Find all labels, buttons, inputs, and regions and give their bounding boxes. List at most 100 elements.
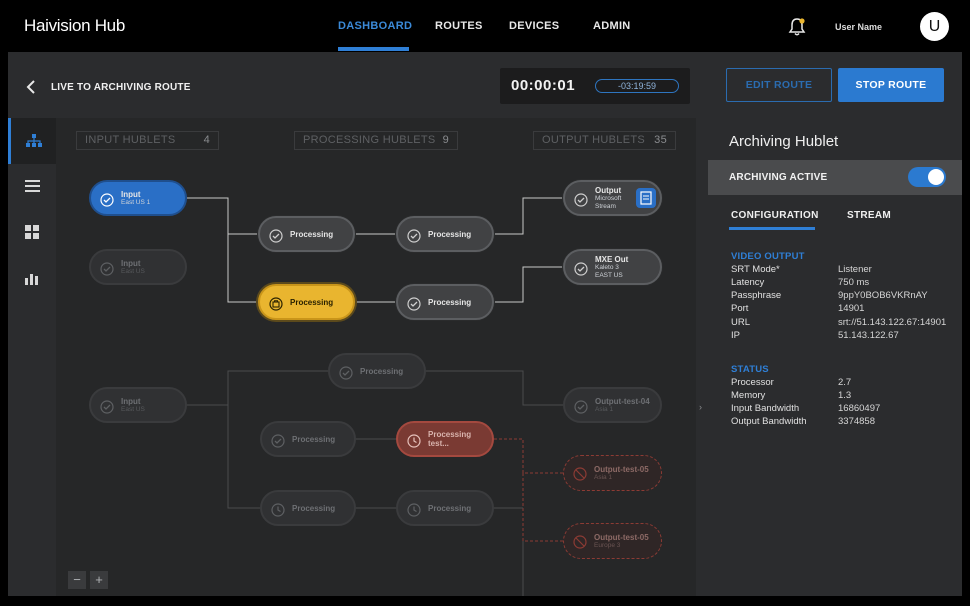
kv-value: 750 ms [838, 277, 870, 288]
clock-icon [407, 434, 421, 448]
check-circle-icon [407, 297, 421, 311]
check-circle-icon [339, 366, 353, 380]
blocked-icon [573, 535, 587, 549]
node-input-1[interactable]: Input East US 1 [89, 180, 187, 216]
node-subtitle: Kaleto 3 [595, 263, 619, 271]
tab-stream[interactable]: STREAM [847, 210, 891, 221]
kv-key: Memory [731, 390, 766, 401]
node-output-4[interactable]: Output-test-05 Asia 1 [563, 455, 662, 491]
clock-icon [407, 503, 421, 517]
tab-configuration[interactable]: CONFIGURATION [731, 210, 819, 221]
hierarchy-icon [25, 134, 42, 147]
brand-logo[interactable]: Haivision Hub [24, 16, 125, 36]
node-title: Processing [290, 297, 334, 307]
node-subtitle: East US [121, 267, 145, 275]
node-processing-4[interactable]: Processing [328, 353, 426, 389]
nav-devices[interactable]: DEVICES [509, 20, 559, 32]
node-subtitle: Europe 3 [594, 541, 621, 549]
node-processing-1[interactable]: Processing [258, 216, 355, 252]
kv-value: 2.7 [838, 377, 852, 388]
chevron-left-icon[interactable] [26, 80, 36, 94]
zoom-out-button[interactable]: − [68, 571, 86, 589]
avatar[interactable]: U [920, 12, 949, 41]
chevron-right-icon[interactable]: › [699, 402, 702, 412]
grid-icon [25, 225, 39, 239]
check-circle-icon [407, 229, 421, 243]
nav-admin[interactable]: ADMIN [593, 20, 631, 32]
input-hublets-header: INPUT HUBLETS 4 [76, 131, 219, 150]
clock-icon [271, 503, 285, 517]
kv-key: Latency [731, 277, 765, 288]
top-nav-bar [0, 0, 970, 52]
node-subtitle: East US 1 [121, 198, 151, 206]
nav-dashboard[interactable]: DASHBOARD [338, 20, 412, 32]
node-output-2[interactable]: MXE Out Kaleto 3 EAST US [563, 249, 662, 285]
node-input-2[interactable]: Input East US [89, 249, 187, 285]
node-title: Output-test-05 [594, 464, 649, 474]
node-output-5[interactable]: Output-test-05 Europe 3 [563, 523, 662, 559]
kv-value: 3374858 [838, 416, 875, 427]
node-subtitle-2: Stream [595, 202, 616, 210]
check-circle-icon [574, 262, 588, 276]
node-title: Input [121, 258, 141, 268]
kv-key: Passphrase [731, 290, 782, 301]
node-title: Processing [428, 503, 472, 513]
kv-key: SRT Mode* [731, 264, 780, 275]
node-title: Processing [290, 229, 334, 239]
archive-badge-icon [636, 188, 656, 208]
edit-route-button[interactable]: EDIT ROUTE [726, 68, 832, 102]
kv-row: Passphrase 9ppY0BOB6VKRnAY [731, 290, 961, 301]
node-processing-3[interactable]: Processing [396, 284, 494, 320]
node-title: Input [121, 396, 141, 406]
node-processing-test[interactable]: Processing test... [396, 421, 494, 457]
kv-row: SRT Mode* Listener [731, 264, 961, 275]
node-title: Processing [428, 229, 472, 239]
kv-row: Processor 2.7 [731, 377, 961, 388]
node-processing-archiving[interactable]: Processing [258, 284, 355, 320]
bell-icon[interactable] [788, 17, 806, 37]
panel-splitter[interactable] [696, 118, 708, 596]
panel-title: Archiving Hublet [729, 133, 839, 150]
user-name[interactable]: User Name [835, 22, 882, 32]
route-title: LIVE TO ARCHIVING ROUTE [51, 82, 191, 93]
kv-key: Output Bandwidth [731, 416, 807, 427]
check-circle-icon [100, 193, 114, 207]
nav-routes[interactable]: ROUTES [435, 20, 483, 32]
node-output-1[interactable]: Output Microsoft Stream [563, 180, 662, 216]
stop-route-button[interactable]: STOP ROUTE [838, 68, 944, 102]
list-icon [24, 180, 40, 192]
rail-item-topology[interactable] [8, 118, 56, 164]
node-processing-6[interactable]: Processing [260, 490, 356, 526]
rail-item-grid[interactable] [8, 209, 56, 255]
node-processing-7[interactable]: Processing [396, 490, 494, 526]
node-title: Processing [360, 366, 404, 376]
archiving-toggle[interactable] [908, 167, 946, 187]
kv-row: URL srt://51.143.122.67:14901 [731, 317, 961, 328]
rail-item-list[interactable] [8, 163, 56, 209]
kv-value: Listener [838, 264, 872, 275]
node-processing-5[interactable]: Processing [260, 421, 356, 457]
kv-key: Input Bandwidth [731, 403, 800, 414]
kv-key: URL [731, 317, 751, 328]
zoom-in-button[interactable]: + [90, 571, 108, 589]
node-title: Output [595, 185, 622, 195]
rail-item-stats[interactable] [8, 255, 56, 301]
kv-row: Port 14901 [731, 303, 961, 314]
input-hublets-count: 4 [203, 134, 210, 146]
kv-row: Input Bandwidth 16860497 [731, 403, 961, 414]
node-input-3[interactable]: Input East US [89, 387, 187, 423]
kv-row: IP 51.143.122.67 [731, 330, 961, 341]
node-output-3[interactable]: Output-test-04 Asia 1 [563, 387, 662, 423]
kv-value: 51.143.122.67 [838, 330, 899, 341]
check-circle-icon [100, 400, 114, 414]
input-hublets-label: INPUT HUBLETS [85, 134, 176, 146]
kv-row: Output Bandwidth 3374858 [731, 416, 961, 427]
kv-row: Latency 750 ms [731, 277, 961, 288]
blocked-icon [573, 467, 587, 481]
kv-value: 1.3 [838, 390, 852, 401]
node-title: MXE Out [595, 254, 629, 264]
node-processing-2[interactable]: Processing [396, 216, 494, 252]
kv-row: Memory 1.3 [731, 390, 961, 401]
nav-active-indicator [338, 47, 409, 51]
kv-value: 16860497 [838, 403, 881, 414]
